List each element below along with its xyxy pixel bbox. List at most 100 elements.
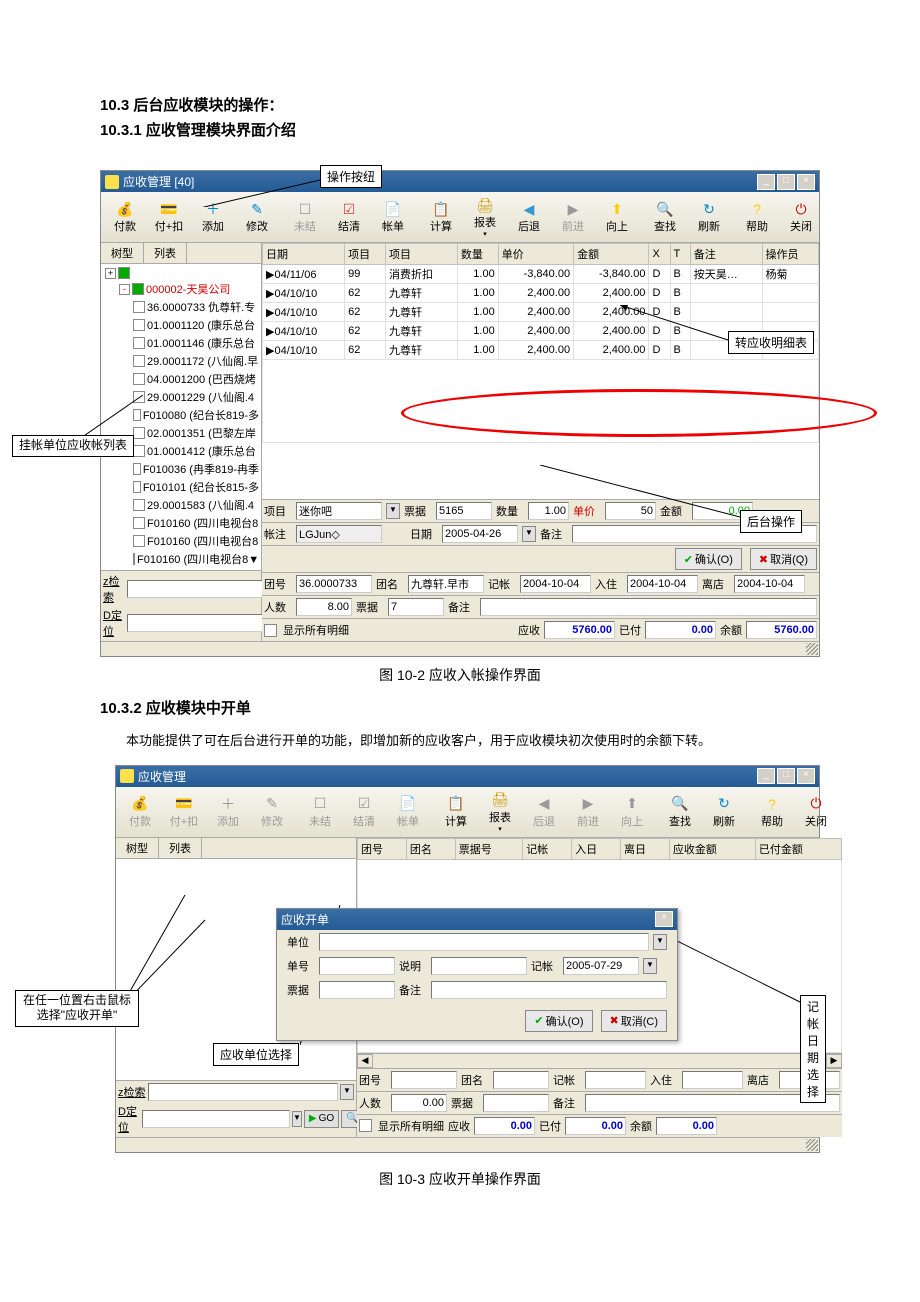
tbtn-pay[interactable]: 💰付款 bbox=[103, 198, 147, 236]
dropdown-icon[interactable]: ▼ bbox=[386, 503, 400, 519]
ok-button[interactable]: ✔确认(O) bbox=[675, 548, 742, 570]
cancel-button[interactable]: ✖取消(Q) bbox=[750, 548, 817, 570]
tbtn-refresh[interactable]: ↻刷新 bbox=[702, 793, 746, 831]
billno-input[interactable] bbox=[319, 957, 395, 975]
tbtn-help[interactable]: ?帮助 bbox=[735, 198, 779, 236]
left-tabs[interactable]: 树型列表 bbox=[101, 243, 261, 264]
tbtn-edit[interactable]: ✎修改 bbox=[235, 198, 279, 236]
search-input[interactable] bbox=[127, 580, 275, 598]
resize-grip[interactable] bbox=[806, 1139, 818, 1151]
tbtn-report[interactable]: 🖨报表▾ bbox=[463, 194, 507, 240]
paragraph: 本功能提供了可在后台进行开单的功能，即增加新的应收客户，用于应收模块初次使用时的… bbox=[100, 731, 820, 752]
titlebar[interactable]: 应收管理 _□× bbox=[116, 766, 819, 787]
dropdown-icon[interactable]: ▼ bbox=[643, 958, 657, 974]
locate-input[interactable] bbox=[127, 614, 275, 632]
tbtn-add[interactable]: ＋添加 bbox=[191, 198, 235, 236]
receipt-input[interactable] bbox=[436, 502, 492, 520]
dialog-title: 应收开单 bbox=[281, 911, 329, 928]
cancel-button[interactable]: ✖取消(C) bbox=[601, 1010, 668, 1032]
create-bill-dialog: 应收开单× 单位▼ 单号说明记帐▼ 票据备注 ✔确认(O) ✖取消(C) bbox=[276, 908, 678, 1041]
item-input[interactable] bbox=[296, 502, 382, 520]
window-title: 应收管理 [40] bbox=[123, 173, 194, 190]
tbtn-help[interactable]: ?帮助 bbox=[750, 793, 794, 831]
app-icon bbox=[105, 175, 119, 189]
ok-button[interactable]: ✔确认(O) bbox=[525, 1010, 592, 1032]
minimize-icon[interactable]: _ bbox=[757, 174, 775, 190]
tbtn-calc[interactable]: 📋计算 bbox=[419, 198, 463, 236]
tbtn-paydeduct[interactable]: 💳付+扣 bbox=[162, 793, 206, 831]
annot-backend-ops: 后台操作 bbox=[740, 510, 802, 533]
tbtn-up[interactable]: ⬆向上 bbox=[595, 198, 639, 236]
tbtn-close[interactable]: ⏻关闭 bbox=[794, 793, 838, 831]
receipt-input[interactable] bbox=[319, 981, 395, 999]
tbtn-back[interactable]: ◀后退 bbox=[522, 793, 566, 831]
table-row: ▶04/10/1062九尊轩1.002,400.002,400.00DB bbox=[263, 303, 819, 322]
tbtn-bill[interactable]: 📄帐单 bbox=[386, 793, 430, 831]
annot-rightclick: 在任一位置右击鼠标选择"应收开单" bbox=[15, 990, 139, 1027]
locate-label: D定位 bbox=[103, 607, 125, 639]
tbtn-forward[interactable]: ▶前进 bbox=[551, 198, 595, 236]
go-button[interactable]: ▶GO bbox=[304, 1110, 339, 1128]
price-input[interactable] bbox=[605, 502, 656, 520]
account-tree[interactable]: + -000002-天昊公司 36.0000733 仇尊轩.专 01.00011… bbox=[101, 264, 261, 570]
note-input[interactable] bbox=[296, 525, 382, 543]
desc-input[interactable] bbox=[431, 957, 527, 975]
maximize-icon[interactable]: □ bbox=[777, 174, 795, 190]
tbtn-pay[interactable]: 💰付款 bbox=[118, 793, 162, 831]
unit-input[interactable] bbox=[319, 933, 649, 951]
annot-account-list: 挂帐单位应收帐列表 bbox=[12, 435, 134, 457]
close-icon[interactable]: × bbox=[797, 768, 815, 784]
annot-toolbar-buttons: 操作按纽 bbox=[320, 165, 382, 188]
annot-date-select: 记帐日期选择 bbox=[800, 995, 826, 1103]
tbtn-back[interactable]: ◀后退 bbox=[507, 198, 551, 236]
acct-date-input[interactable] bbox=[563, 957, 639, 975]
tbtn-settled[interactable]: ☑结清 bbox=[327, 198, 371, 236]
checkbox[interactable] bbox=[359, 1119, 372, 1132]
tbtn-settled[interactable]: ☑结清 bbox=[342, 793, 386, 831]
close-icon[interactable]: × bbox=[797, 174, 815, 190]
maximize-icon[interactable]: □ bbox=[777, 768, 795, 784]
tbtn-add[interactable]: ＋添加 bbox=[206, 793, 250, 831]
heading-10-3-1: 10.3.1 应收管理模块界面介绍 bbox=[100, 119, 820, 140]
tbtn-up[interactable]: ⬆向上 bbox=[610, 793, 654, 831]
group-name bbox=[408, 575, 484, 593]
window-title: 应收管理 bbox=[138, 768, 186, 785]
tbtn-report[interactable]: 🖨报表▾ bbox=[478, 789, 522, 835]
heading-10-3: 10.3 后台应收模块的操作： bbox=[100, 94, 820, 115]
qty-input[interactable] bbox=[528, 502, 569, 520]
titlebar[interactable]: 应收管理 [40] _□× bbox=[101, 171, 819, 192]
heading-10-3-2: 10.3.2 应收模块中开单 bbox=[100, 697, 820, 718]
tbtn-paydeduct[interactable]: 💳付+扣 bbox=[147, 198, 191, 236]
dropdown-icon[interactable]: ▼ bbox=[653, 934, 667, 950]
date-input[interactable] bbox=[442, 525, 518, 543]
remark-input[interactable] bbox=[431, 981, 667, 999]
locate-input[interactable] bbox=[142, 1110, 290, 1128]
tbtn-search[interactable]: 🔍查找 bbox=[658, 793, 702, 831]
table-row: ▶04/11/0699消费折扣1.00-3,840.00-3,840.00DB按… bbox=[263, 265, 819, 284]
tbtn-refresh[interactable]: ↻刷新 bbox=[687, 198, 731, 236]
app-window-receivables-2: 应收管理 _□× 💰付款 💳付+扣 ＋添加 ✎修改 ☐未结 ☑结清 📄帐单 📋计… bbox=[115, 765, 820, 1153]
close-icon[interactable]: × bbox=[655, 911, 673, 927]
tbtn-forward[interactable]: ▶前进 bbox=[566, 793, 610, 831]
tbtn-edit[interactable]: ✎修改 bbox=[250, 793, 294, 831]
group-no bbox=[296, 575, 372, 593]
checkbox[interactable] bbox=[264, 624, 277, 637]
tbtn-unsettled[interactable]: ☐未结 bbox=[298, 793, 342, 831]
tbtn-unsettled[interactable]: ☐未结 bbox=[283, 198, 327, 236]
tbtn-close[interactable]: ⏻关闭 bbox=[779, 198, 823, 236]
annot-detail-table: 转应收明细表 bbox=[728, 331, 814, 354]
tbtn-search[interactable]: 🔍查找 bbox=[643, 198, 687, 236]
main-toolbar: 💰付款 💳付+扣 ＋添加 ✎修改 ☐未结 ☑结清 📄帐单 📋计算 🖨报表▾ ◀后… bbox=[116, 787, 819, 838]
app-window-receivables: 应收管理 [40] _□× 💰付款 💳付+扣 ＋添加 ✎修改 ☐未结 ☑结清 📄… bbox=[100, 170, 820, 657]
figure-caption-1: 图 10-2 应收入帐操作界面 bbox=[100, 665, 820, 685]
minimize-icon[interactable]: _ bbox=[757, 768, 775, 784]
dropdown-icon[interactable]: ▼ bbox=[522, 526, 536, 542]
tbtn-calc[interactable]: 📋计算 bbox=[434, 793, 478, 831]
main-toolbar: 💰付款 💳付+扣 ＋添加 ✎修改 ☐未结 ☑结清 📄帐单 📋计算 🖨报表▾ ◀后… bbox=[101, 192, 819, 243]
tbtn-bill[interactable]: 📄帐单 bbox=[371, 198, 415, 236]
annot-unit-select: 应收单位选择 bbox=[213, 1043, 299, 1066]
resize-grip[interactable] bbox=[806, 643, 818, 655]
app-icon bbox=[120, 769, 134, 783]
search-input[interactable] bbox=[148, 1083, 339, 1101]
left-tabs[interactable]: 树型列表 bbox=[116, 838, 356, 859]
